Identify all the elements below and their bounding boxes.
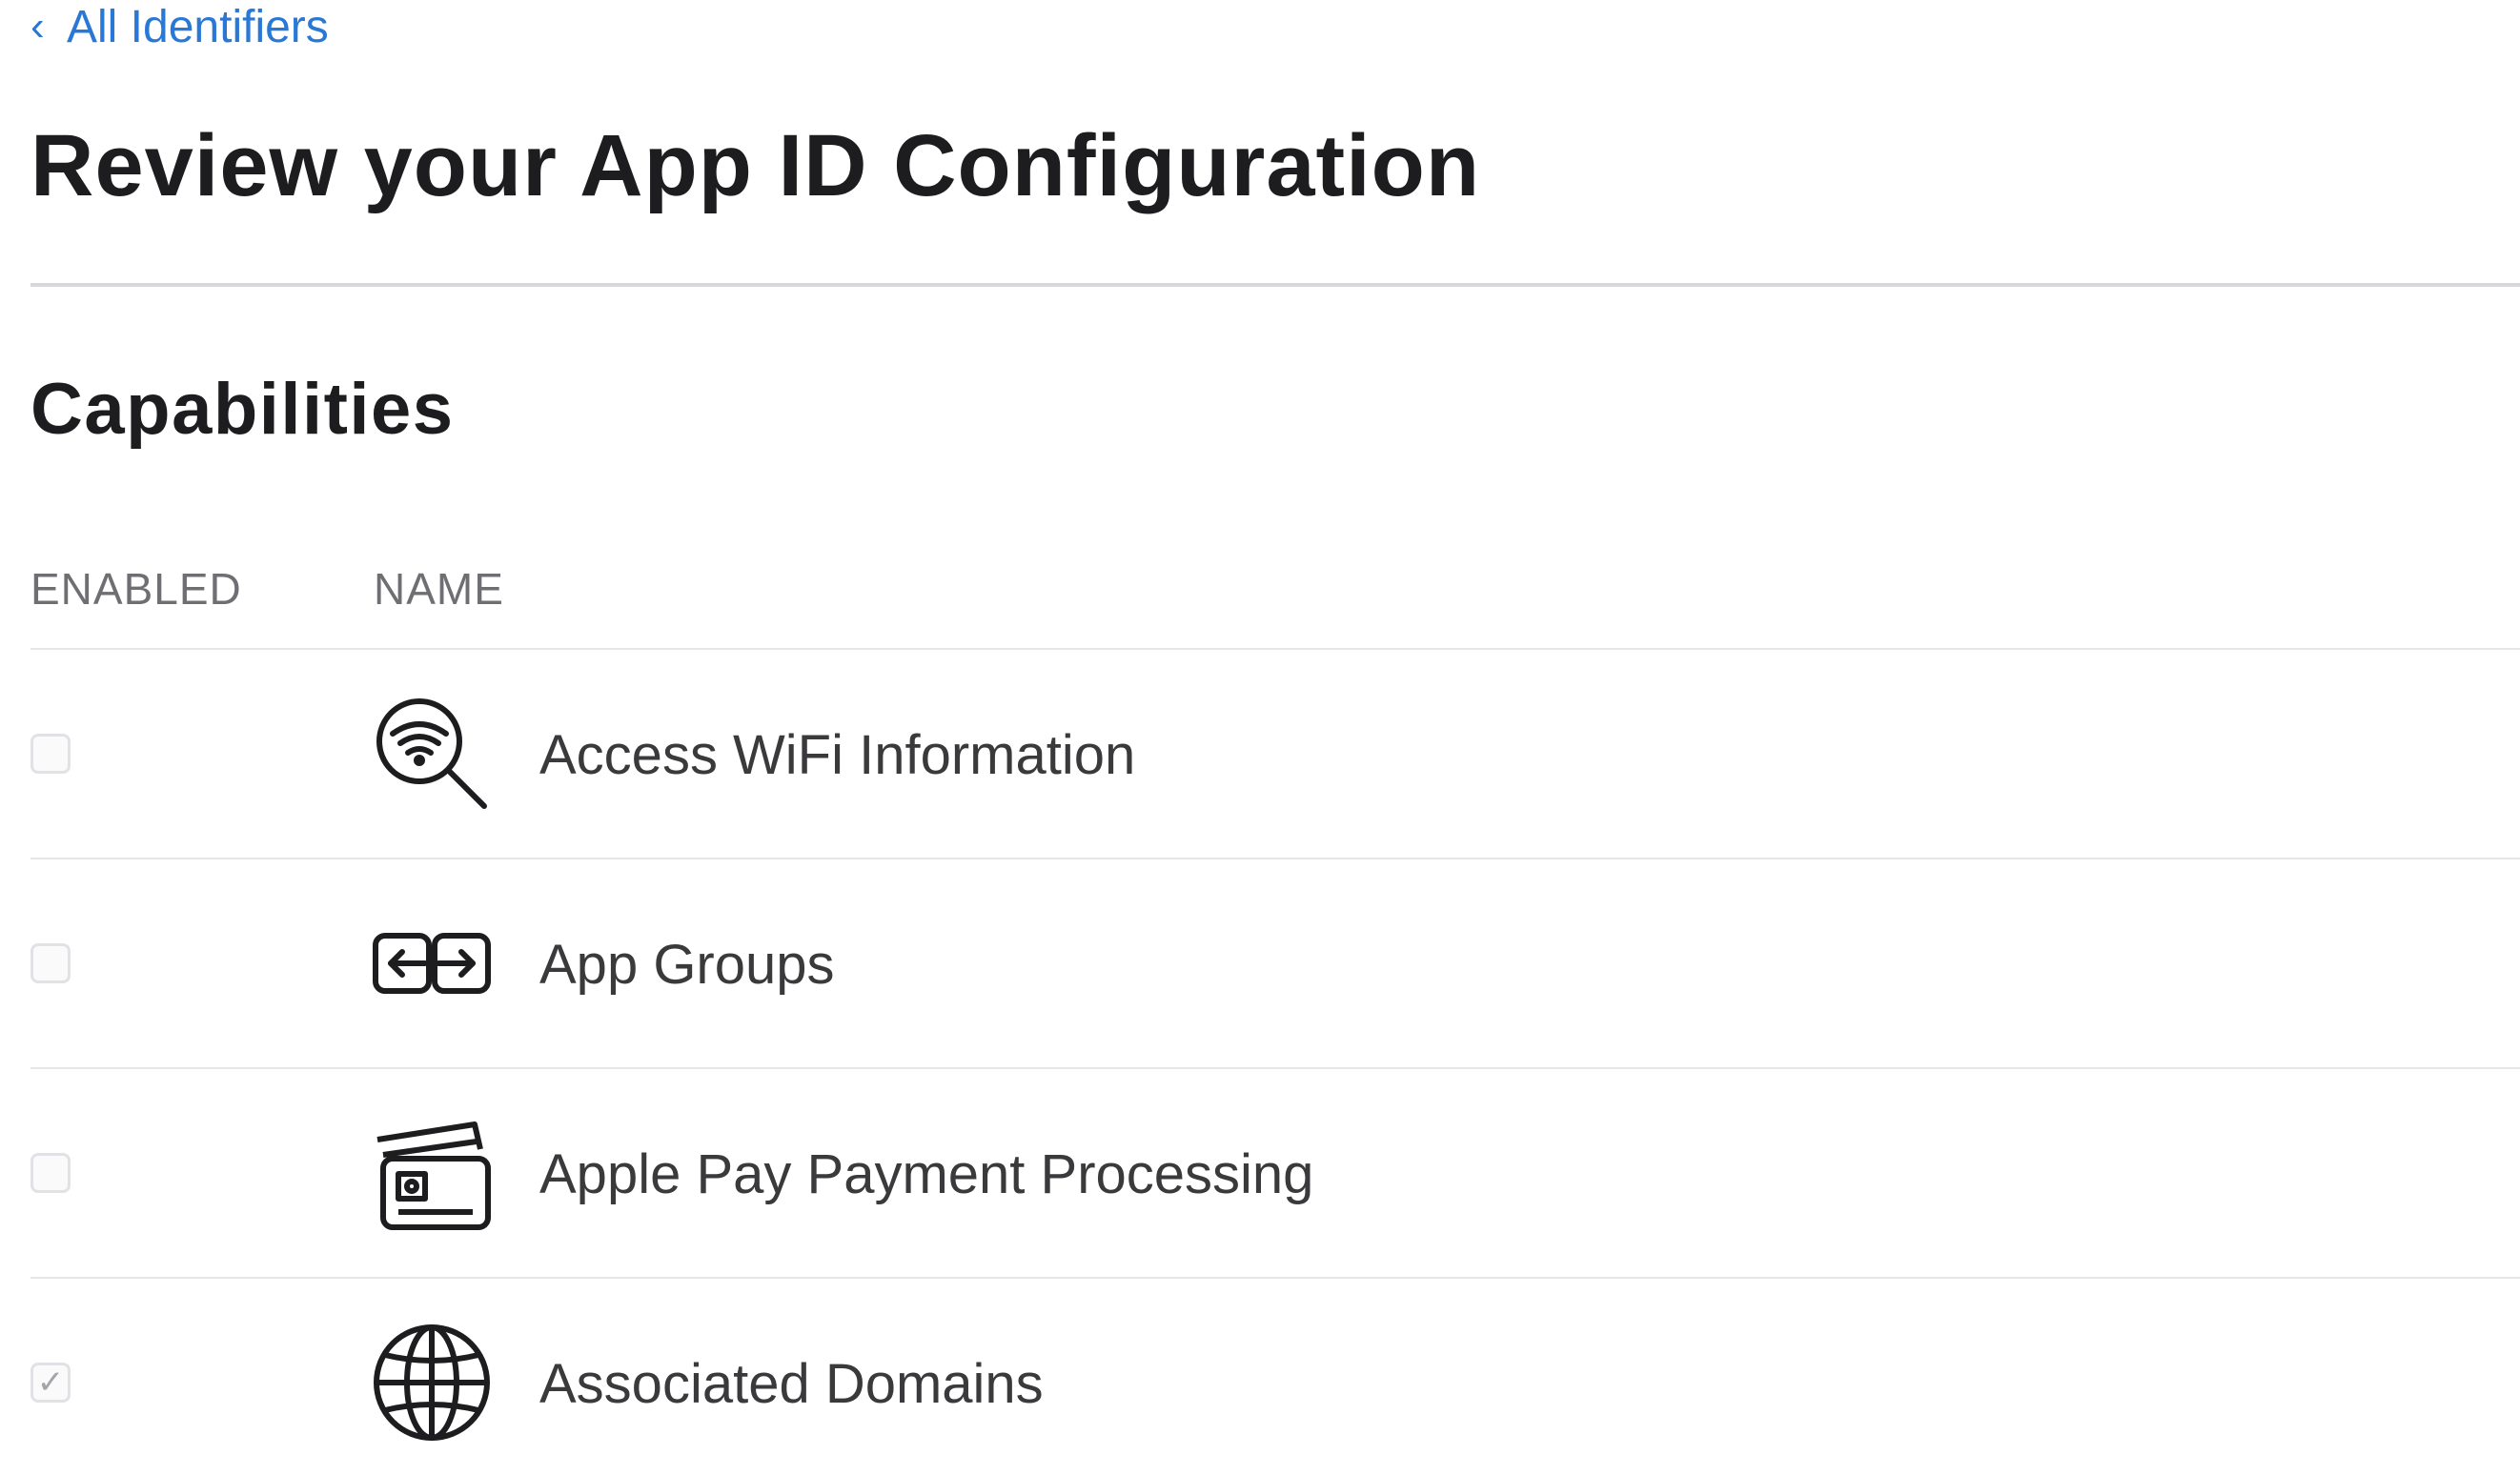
capabilities-section-title: Capabilities — [30, 369, 455, 450]
capability-name: Associated Domains — [539, 1353, 1044, 1415]
capability-enabled-checkbox[interactable]: ✓ — [30, 1363, 71, 1403]
globe-icon — [370, 1321, 494, 1445]
payment-cards-icon — [370, 1111, 494, 1235]
header-divider — [30, 283, 2520, 287]
capability-row-app-groups: App Groups — [30, 859, 2520, 1069]
column-header-name: NAME — [374, 564, 504, 614]
capability-row-associated-domains: ✓ Associated Domains — [30, 1279, 2520, 1475]
app-id-review-page: ‹ All Identifiers Review your App ID Con… — [0, 0, 2520, 1475]
wifi-search-icon — [370, 692, 494, 816]
all-identifiers-back-link[interactable]: ‹ All Identifiers — [30, 0, 329, 53]
capability-enabled-checkbox[interactable] — [30, 734, 71, 774]
capability-name: Apple Pay Payment Processing — [539, 1143, 1314, 1205]
capability-name: App Groups — [539, 934, 835, 996]
page-title: Review your App ID Configuration — [30, 117, 1481, 214]
capability-row-access-wifi-information: Access WiFi Information — [30, 650, 2520, 859]
back-link-label: All Identifiers — [67, 1, 329, 52]
capability-row-apple-pay-payment-processing: Apple Pay Payment Processing — [30, 1069, 2520, 1279]
capability-name: Access WiFi Information — [539, 724, 1136, 786]
chevron-left-icon: ‹ — [30, 3, 45, 50]
capability-enabled-checkbox[interactable] — [30, 943, 71, 983]
capabilities-table: ENABLED NAME Access WiFi Information App… — [30, 534, 2520, 1475]
column-header-enabled: ENABLED — [30, 564, 242, 614]
capabilities-table-header: ENABLED NAME — [30, 534, 2520, 650]
app-groups-icon — [370, 901, 494, 1025]
capability-enabled-checkbox[interactable] — [30, 1153, 71, 1193]
